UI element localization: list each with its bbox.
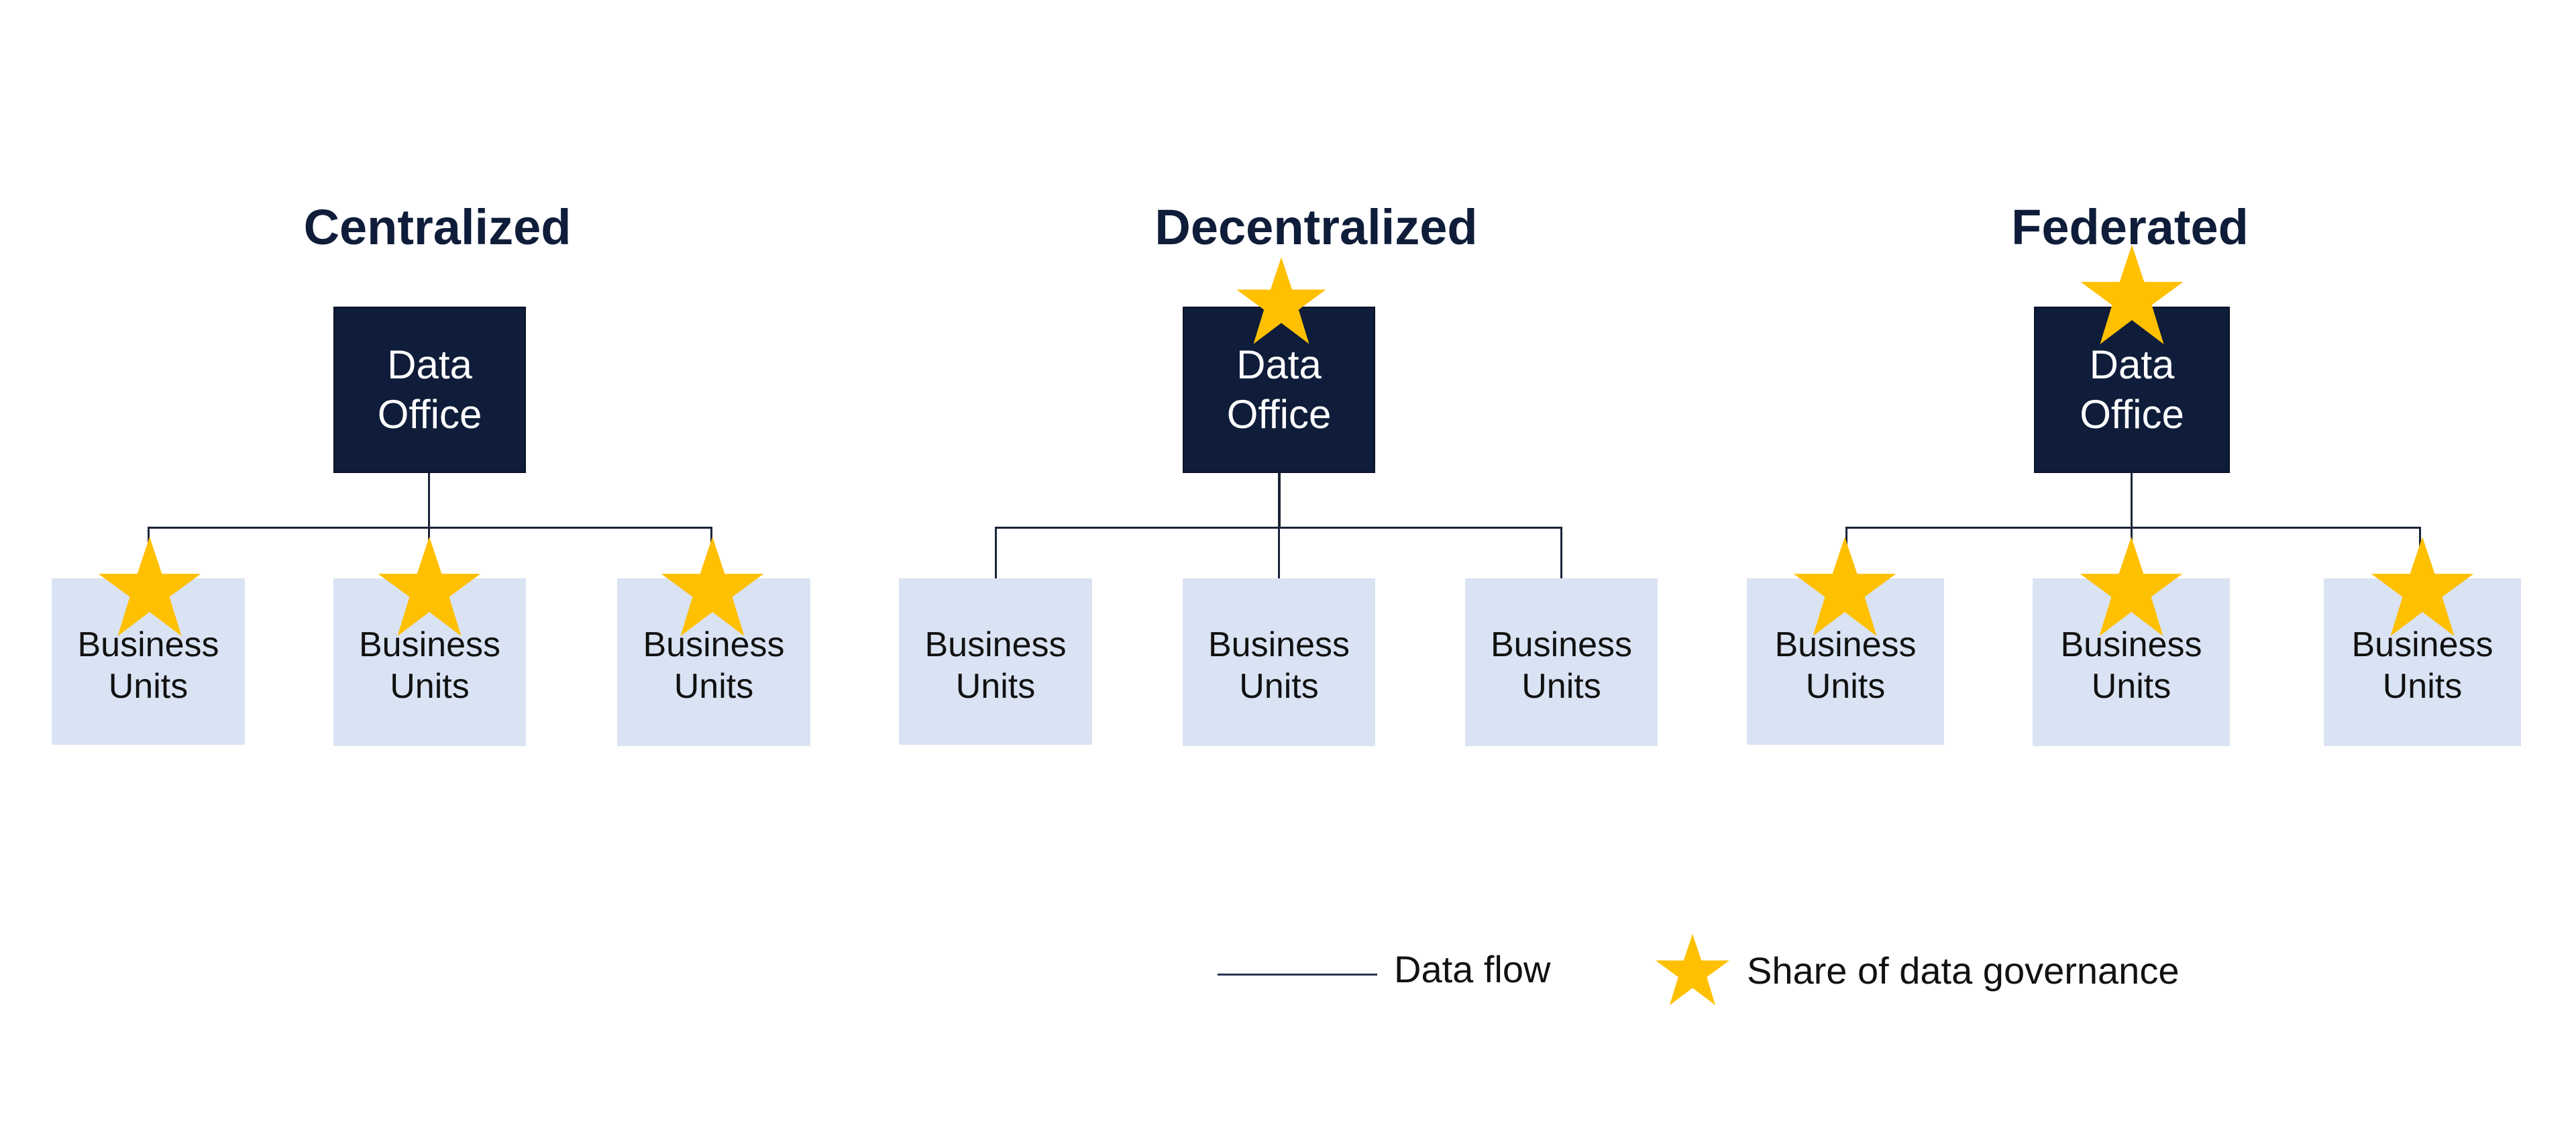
business-unit-label-line2: Units xyxy=(2382,667,2463,706)
business-unit-label-line2: Units xyxy=(2091,667,2171,706)
governance-star-icon xyxy=(377,537,482,636)
data-office-label-line2: Office xyxy=(377,392,482,437)
governance-star-icon xyxy=(1792,537,1897,636)
model-title: Decentralized xyxy=(1155,199,1478,255)
governance-star-icon xyxy=(1236,257,1327,344)
governance-star-icon xyxy=(2079,537,2184,636)
data-office-label-line1: Data xyxy=(1236,342,1322,387)
data-flow-connector xyxy=(1560,527,1562,578)
data-office-label-line2: Office xyxy=(2080,392,2184,437)
business-unit-label-line2: Units xyxy=(1239,667,1319,706)
data-flow-connector xyxy=(1278,527,1280,578)
business-unit-label-line1: Business xyxy=(1208,625,1350,664)
business-unit-label-line2: Units xyxy=(108,667,189,706)
data-office-box: Data Office xyxy=(333,307,526,473)
data-flow-connector xyxy=(995,527,997,578)
data-flow-connector xyxy=(428,473,430,527)
business-unit-label-line2: Units xyxy=(1805,667,1886,706)
business-unit-label-line1: Business xyxy=(924,625,1067,664)
data-flow-connector xyxy=(148,527,712,529)
legend-governance-label: Share of data governance xyxy=(1747,949,2180,992)
governance-star-icon xyxy=(1655,933,1730,1006)
data-flow-connector xyxy=(1278,473,1281,527)
governance-star-icon xyxy=(660,537,765,636)
data-flow-connector xyxy=(1845,527,2421,529)
business-unit-box: Business Units xyxy=(899,578,1092,745)
business-unit-label-line2: Units xyxy=(674,667,754,706)
business-unit-label-line1: Business xyxy=(1491,625,1632,664)
governance-star-icon xyxy=(2370,537,2475,636)
business-unit-label-line2: Units xyxy=(955,667,1036,706)
data-office-label-line1: Data xyxy=(2089,342,2175,387)
business-unit-box: Business Units xyxy=(1183,578,1375,746)
model-title: Centralized xyxy=(303,199,572,255)
business-unit-label-line2: Units xyxy=(1521,667,1601,706)
legend-data-flow-label: Data flow xyxy=(1394,948,1551,990)
governance-star-icon xyxy=(2080,245,2184,344)
business-unit-label-line2: Units xyxy=(390,667,470,706)
data-flow-connector xyxy=(2131,473,2133,527)
governance-star-icon xyxy=(97,537,202,636)
business-unit-box: Business Units xyxy=(1465,578,1658,746)
data-office-label-line1: Data xyxy=(387,342,472,387)
data-office-label-line2: Office xyxy=(1226,392,1332,437)
data-flow-line-icon xyxy=(1218,974,1377,976)
